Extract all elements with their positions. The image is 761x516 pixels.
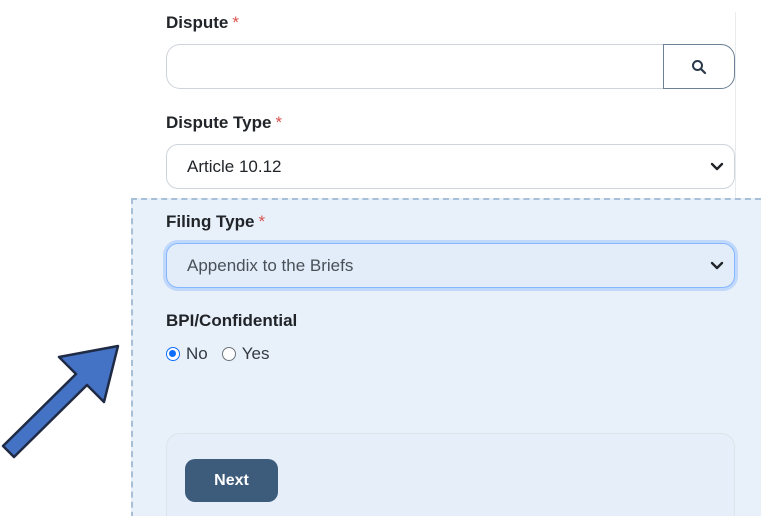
required-marker: * xyxy=(258,212,266,231)
chevron-down-icon xyxy=(710,162,724,170)
dispute-search-button[interactable] xyxy=(663,44,735,89)
dispute-type-value: Article 10.12 xyxy=(187,156,282,176)
dispute-label: Dispute * xyxy=(166,13,239,32)
filing-type-value: Appendix to the Briefs xyxy=(187,255,354,275)
required-marker: * xyxy=(275,113,283,132)
chevron-down-icon xyxy=(710,261,724,269)
card-edge xyxy=(735,12,736,198)
radio-no-label[interactable]: No xyxy=(186,344,208,364)
bpi-confidential-label: BPI/Confidential xyxy=(166,311,298,330)
bpi-radio-group: No Yes xyxy=(166,344,283,364)
radio-yes-label[interactable]: Yes xyxy=(242,344,270,364)
radio-yes[interactable] xyxy=(221,347,236,361)
filing-type-select[interactable]: Appendix to the Briefs xyxy=(166,243,735,288)
search-icon xyxy=(692,59,707,74)
radio-no[interactable] xyxy=(166,347,180,361)
dispute-type-label: Dispute Type * xyxy=(166,113,283,132)
required-marker: * xyxy=(232,13,239,32)
arrow-icon xyxy=(1,344,120,459)
filing-form-page: Dispute * Dispute Type * Article 10.12 Fil… xyxy=(0,0,761,516)
filing-type-label: Filing Type * xyxy=(166,212,266,231)
dispute-input[interactable] xyxy=(166,44,664,89)
next-button[interactable]: Next xyxy=(185,459,278,502)
dispute-type-select[interactable]: Article 10.12 xyxy=(166,144,735,189)
